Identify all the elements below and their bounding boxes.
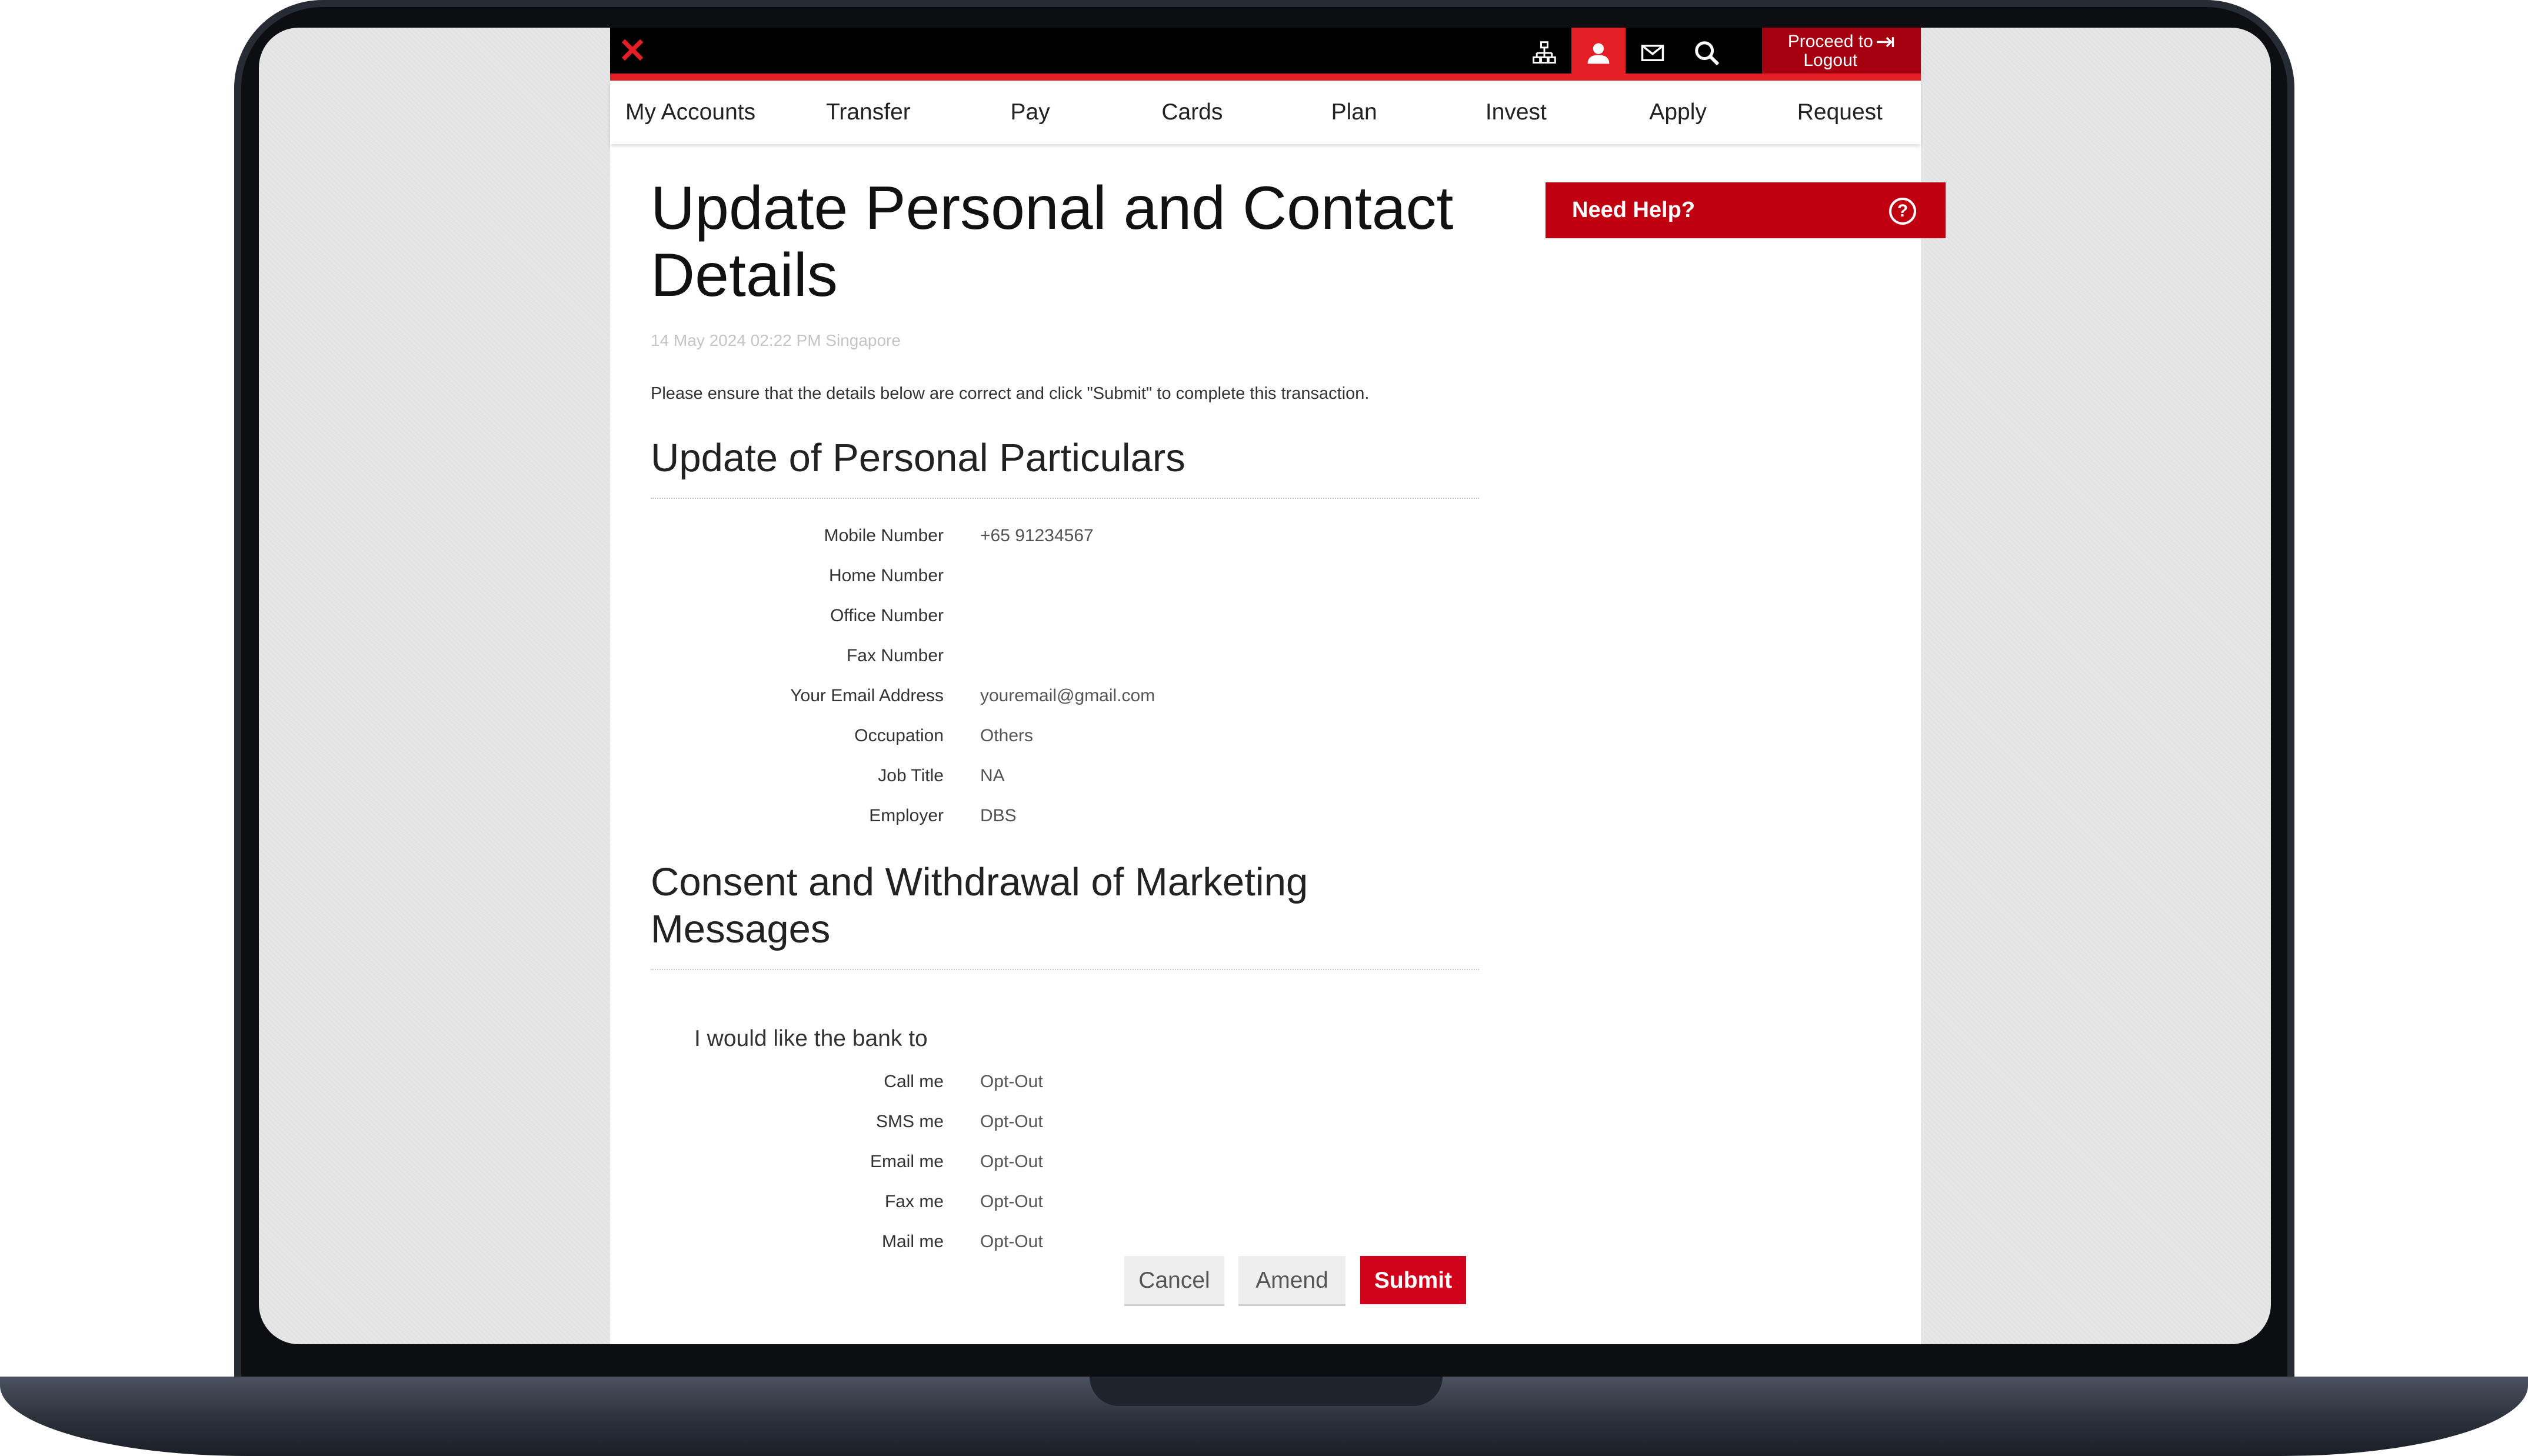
detail-row: Mobile Number +65 91234567	[651, 516, 1479, 556]
consent-value: Opt-Out	[980, 1232, 1043, 1251]
consent-value: Opt-Out	[980, 1192, 1043, 1211]
detail-label: Job Title	[878, 766, 944, 785]
consent-title-line2: Messages	[651, 907, 831, 951]
timestamp: 14 May 2024 02:22 PM Singapore	[651, 331, 901, 349]
page-title-line1: Update Personal and Contact	[651, 174, 1454, 242]
question-icon: ?	[1889, 198, 1916, 225]
detail-row: Home Number	[651, 556, 1479, 596]
submit-button[interactable]: Submit	[1360, 1256, 1466, 1304]
detail-value: +65 91234567	[980, 526, 1094, 545]
header-accent-line	[610, 74, 1921, 81]
logout-button[interactable]: Proceed to Logout ⇥	[1762, 28, 1921, 74]
dbs-logo-icon[interactable]: ✕	[616, 34, 649, 68]
detail-value: NA	[980, 766, 1005, 785]
detail-label: Occupation	[854, 726, 944, 745]
nav-plan[interactable]: Plan	[1273, 81, 1435, 144]
personal-section-title: Update of Personal Particulars	[651, 436, 1185, 480]
detail-row: Job Title NA	[651, 756, 1479, 796]
consent-row: Mail me Opt-Out	[651, 1222, 1479, 1262]
profile-icon[interactable]	[1571, 28, 1626, 74]
nav-pay[interactable]: Pay	[950, 81, 1111, 144]
consent-value: Opt-Out	[980, 1152, 1043, 1171]
detail-value: DBS	[980, 806, 1017, 825]
section-divider	[651, 969, 1479, 970]
consent-label: Fax me	[884, 1192, 944, 1211]
consent-label: Call me	[884, 1072, 944, 1091]
sitemap-icon[interactable]	[1517, 28, 1571, 74]
logout-label-line2: Logout	[1803, 51, 1858, 70]
consent-row: SMS me Opt-Out	[651, 1102, 1479, 1142]
detail-row: Your Email Address youremail@gmail.com	[651, 676, 1479, 716]
consent-row: Fax me Opt-Out	[651, 1182, 1479, 1222]
consent-value: Opt-Out	[980, 1072, 1043, 1091]
consent-value: Opt-Out	[980, 1112, 1043, 1131]
mail-icon[interactable]	[1626, 28, 1680, 74]
detail-row: Office Number	[651, 596, 1479, 636]
logout-label-line1: Proceed to	[1787, 32, 1873, 51]
banking-page: ✕ Proceed to Logout ⇥ My Accounts Transfer…	[610, 28, 1946, 1344]
page-title-line2: Details	[651, 241, 838, 309]
consent-subheading: I would like the bank to	[694, 1026, 928, 1051]
nav-apply[interactable]: Apply	[1597, 81, 1759, 144]
section-divider	[651, 498, 1479, 499]
detail-row: Fax Number	[651, 636, 1479, 676]
detail-label: Office Number	[830, 606, 944, 625]
detail-label: Your Email Address	[790, 686, 944, 705]
detail-label: Home Number	[828, 566, 944, 585]
consent-title-line1: Consent and Withdrawal of Marketing	[651, 860, 1308, 904]
main-nav: My Accounts Transfer Pay Cards Plan Inve…	[610, 81, 1921, 144]
detail-row: Occupation Others	[651, 716, 1479, 756]
detail-label: Fax Number	[846, 646, 944, 665]
instruction-text: Please ensure that the details below are…	[651, 384, 1370, 403]
nav-cards[interactable]: Cards	[1111, 81, 1273, 144]
consent-label: SMS me	[875, 1112, 944, 1131]
need-help-label: Need Help?	[1572, 198, 1696, 222]
consent-section-title: Consent and Withdrawal of Marketing Messa…	[651, 859, 1463, 953]
consent-row: Email me Opt-Out	[651, 1142, 1479, 1182]
logout-icon: ⇥	[1875, 29, 1896, 55]
detail-label: Mobile Number	[824, 526, 944, 545]
cancel-button[interactable]: Cancel	[1124, 1256, 1224, 1304]
consent-label: Mail me	[881, 1232, 944, 1251]
detail-value: youremail@gmail.com	[980, 686, 1155, 705]
nav-my-accounts[interactable]: My Accounts	[610, 81, 787, 144]
need-help-panel[interactable]: Need Help? ?	[1546, 182, 1946, 238]
nav-request[interactable]: Request	[1759, 81, 1921, 144]
laptop-notch	[1090, 1377, 1443, 1406]
amend-button[interactable]: Amend	[1238, 1256, 1345, 1304]
nav-invest[interactable]: Invest	[1435, 81, 1597, 144]
nav-transfer[interactable]: Transfer	[787, 81, 949, 144]
consent-row: Call me Opt-Out	[651, 1062, 1479, 1102]
top-bar: ✕ Proceed to Logout ⇥	[610, 28, 1921, 74]
consent-label: Email me	[870, 1152, 944, 1171]
detail-value: Others	[980, 726, 1034, 745]
search-icon[interactable]	[1680, 28, 1734, 74]
detail-label: Employer	[869, 806, 944, 825]
detail-row: Employer DBS	[651, 796, 1479, 836]
page-title: Update Personal and Contact Details	[651, 175, 1474, 309]
